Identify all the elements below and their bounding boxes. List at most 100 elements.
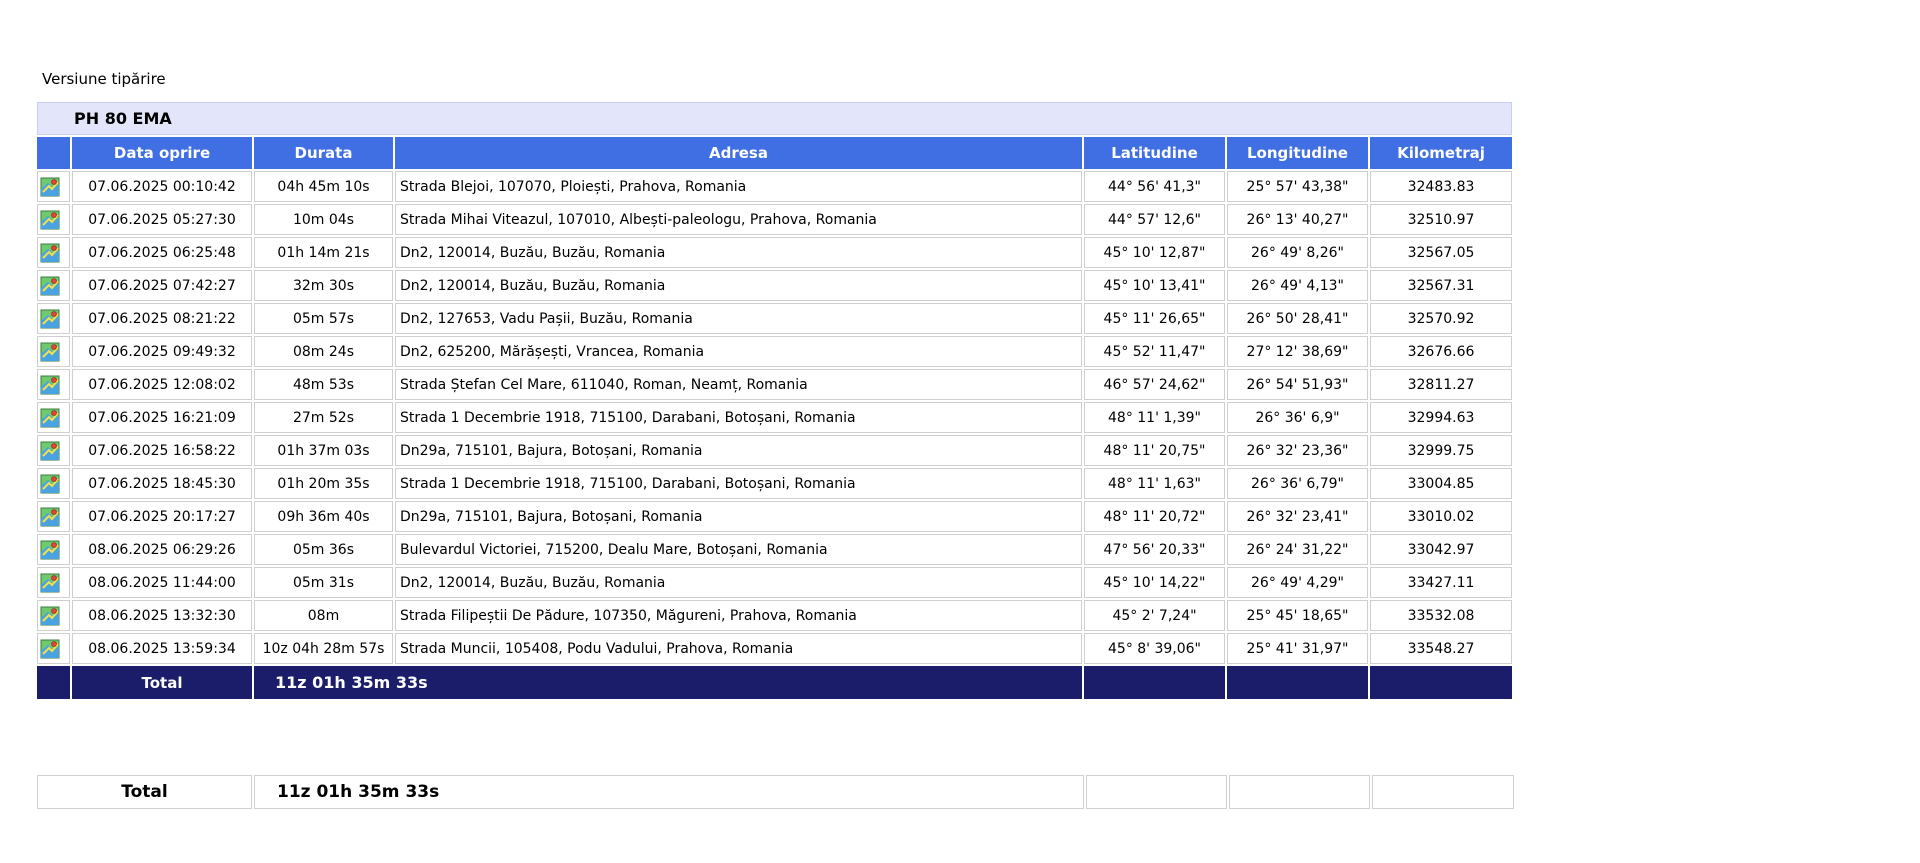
cell-mileage: 32510.97 bbox=[1370, 204, 1513, 235]
cell-latitude: 45° 10' 12,87" bbox=[1084, 237, 1225, 268]
table-row: 08.06.2025 11:44:00 05m 31s Dn2, 120014, B… bbox=[37, 567, 1513, 598]
table-row: 07.06.2025 05:27:30 10m 04s Strada Mihai V… bbox=[37, 204, 1513, 235]
table-row: 07.06.2025 16:58:22 01h 37m 03s Dn29a, 715… bbox=[37, 435, 1513, 466]
print-version-link[interactable]: Versiune tipărire bbox=[42, 70, 166, 88]
cell-latitude: 46° 57' 24,62" bbox=[1084, 369, 1225, 400]
summary-label: Total bbox=[37, 775, 252, 809]
cell-date: 07.06.2025 16:58:22 bbox=[72, 435, 252, 466]
cell-mileage: 32811.27 bbox=[1370, 369, 1513, 400]
cell-latitude: 45° 52' 11,47" bbox=[1084, 336, 1225, 367]
cell-date: 07.06.2025 07:42:27 bbox=[72, 270, 252, 301]
table-header-row: Data oprire Durata Adresa Latitudine Lon… bbox=[37, 137, 1513, 169]
table-row: 07.06.2025 20:17:27 09h 36m 40s Dn29a, 715… bbox=[37, 501, 1513, 532]
cell-longitude: 26° 32' 23,36" bbox=[1227, 435, 1368, 466]
map-link-cell[interactable] bbox=[37, 468, 70, 499]
cell-latitude: 44° 56' 41,3" bbox=[1084, 171, 1225, 202]
table-row: 07.06.2025 12:08:02 48m 53s Strada Ștefan … bbox=[37, 369, 1513, 400]
cell-address: Dn29a, 715101, Bajura, Botoșani, Romania bbox=[395, 435, 1082, 466]
map-icon[interactable] bbox=[40, 573, 60, 593]
cell-address: Strada Mihai Viteazul, 107010, Albești-p… bbox=[395, 204, 1082, 235]
cell-mileage: 32567.31 bbox=[1370, 270, 1513, 301]
map-icon[interactable] bbox=[40, 639, 60, 659]
cell-longitude: 27° 12' 38,69" bbox=[1227, 336, 1368, 367]
cell-mileage: 33427.11 bbox=[1370, 567, 1513, 598]
cell-longitude: 26° 49' 8,26" bbox=[1227, 237, 1368, 268]
map-link-cell[interactable] bbox=[37, 402, 70, 433]
map-link-cell[interactable] bbox=[37, 567, 70, 598]
summary-empty-1 bbox=[1086, 775, 1227, 809]
map-link-cell[interactable] bbox=[37, 303, 70, 334]
cell-mileage: 33532.08 bbox=[1370, 600, 1513, 631]
header-mileage: Kilometraj bbox=[1370, 137, 1513, 169]
header-date: Data oprire bbox=[72, 137, 252, 169]
map-icon[interactable] bbox=[40, 606, 60, 626]
header-duration: Durata bbox=[254, 137, 393, 169]
map-link-cell[interactable] bbox=[37, 204, 70, 235]
cell-longitude: 26° 13' 40,27" bbox=[1227, 204, 1368, 235]
map-link-cell[interactable] bbox=[37, 534, 70, 565]
cell-address: Strada Ștefan Cel Mare, 611040, Roman, N… bbox=[395, 369, 1082, 400]
cell-latitude: 47° 56' 20,33" bbox=[1084, 534, 1225, 565]
map-icon[interactable] bbox=[40, 441, 60, 461]
table-row: 07.06.2025 06:25:48 01h 14m 21s Dn2, 12001… bbox=[37, 237, 1513, 268]
cell-duration: 05m 57s bbox=[254, 303, 393, 334]
map-link-cell[interactable] bbox=[37, 270, 70, 301]
cell-latitude: 44° 57' 12,6" bbox=[1084, 204, 1225, 235]
table-row: 07.06.2025 16:21:09 27m 52s Strada 1 Decem… bbox=[37, 402, 1513, 433]
map-icon[interactable] bbox=[40, 276, 60, 296]
cell-duration: 27m 52s bbox=[254, 402, 393, 433]
map-icon[interactable] bbox=[40, 342, 60, 362]
header-latitude: Latitudine bbox=[1084, 137, 1225, 169]
cell-latitude: 48° 11' 20,75" bbox=[1084, 435, 1225, 466]
cell-duration: 32m 30s bbox=[254, 270, 393, 301]
cell-address: Dn2, 120014, Buzău, Buzău, Romania bbox=[395, 270, 1082, 301]
cell-mileage: 32567.05 bbox=[1370, 237, 1513, 268]
map-link-cell[interactable] bbox=[37, 369, 70, 400]
cell-date: 07.06.2025 05:27:30 bbox=[72, 204, 252, 235]
cell-latitude: 48° 11' 1,39" bbox=[1084, 402, 1225, 433]
vehicle-title-row: PH 80 EMA bbox=[37, 102, 1513, 135]
header-address: Adresa bbox=[395, 137, 1082, 169]
cell-duration: 08m bbox=[254, 600, 393, 631]
cell-duration: 10z 04h 28m 57s bbox=[254, 633, 393, 664]
map-icon[interactable] bbox=[40, 243, 60, 263]
cell-longitude: 26° 36' 6,9" bbox=[1227, 402, 1368, 433]
cell-address: Dn29a, 715101, Bajura, Botoșani, Romania bbox=[395, 501, 1082, 532]
cell-latitude: 45° 10' 13,41" bbox=[1084, 270, 1225, 301]
map-icon[interactable] bbox=[40, 177, 60, 197]
table-row: 07.06.2025 07:42:27 32m 30s Dn2, 120014, B… bbox=[37, 270, 1513, 301]
total-label: Total bbox=[72, 666, 252, 699]
map-icon[interactable] bbox=[40, 375, 60, 395]
map-link-cell[interactable] bbox=[37, 633, 70, 664]
map-link-cell[interactable] bbox=[37, 171, 70, 202]
map-icon[interactable] bbox=[40, 309, 60, 329]
cell-mileage: 33004.85 bbox=[1370, 468, 1513, 499]
cell-address: Strada Muncii, 105408, Podu Vadului, Pra… bbox=[395, 633, 1082, 664]
cell-date: 07.06.2025 09:49:32 bbox=[72, 336, 252, 367]
cell-latitude: 48° 11' 1,63" bbox=[1084, 468, 1225, 499]
cell-date: 07.06.2025 00:10:42 bbox=[72, 171, 252, 202]
map-icon[interactable] bbox=[40, 540, 60, 560]
cell-date: 07.06.2025 08:21:22 bbox=[72, 303, 252, 334]
cell-mileage: 33010.02 bbox=[1370, 501, 1513, 532]
map-icon[interactable] bbox=[40, 210, 60, 230]
map-icon[interactable] bbox=[40, 474, 60, 494]
cell-address: Dn2, 127653, Vadu Pașii, Buzău, Romania bbox=[395, 303, 1082, 334]
cell-address: Strada 1 Decembrie 1918, 715100, Daraban… bbox=[395, 468, 1082, 499]
map-link-cell[interactable] bbox=[37, 237, 70, 268]
map-icon[interactable] bbox=[40, 408, 60, 428]
cell-date: 08.06.2025 13:32:30 bbox=[72, 600, 252, 631]
cell-longitude: 26° 54' 51,93" bbox=[1227, 369, 1368, 400]
map-link-cell[interactable] bbox=[37, 600, 70, 631]
cell-address: Strada Blejoi, 107070, Ploiești, Prahova… bbox=[395, 171, 1082, 202]
cell-mileage: 32676.66 bbox=[1370, 336, 1513, 367]
map-link-cell[interactable] bbox=[37, 501, 70, 532]
map-link-cell[interactable] bbox=[37, 435, 70, 466]
cell-latitude: 45° 8' 39,06" bbox=[1084, 633, 1225, 664]
map-icon[interactable] bbox=[40, 507, 60, 527]
map-link-cell[interactable] bbox=[37, 336, 70, 367]
table-row: 08.06.2025 06:29:26 05m 36s Bulevardul Vic… bbox=[37, 534, 1513, 565]
cell-longitude: 26° 49' 4,13" bbox=[1227, 270, 1368, 301]
cell-address: Dn2, 120014, Buzău, Buzău, Romania bbox=[395, 567, 1082, 598]
header-icon-column bbox=[37, 137, 70, 169]
